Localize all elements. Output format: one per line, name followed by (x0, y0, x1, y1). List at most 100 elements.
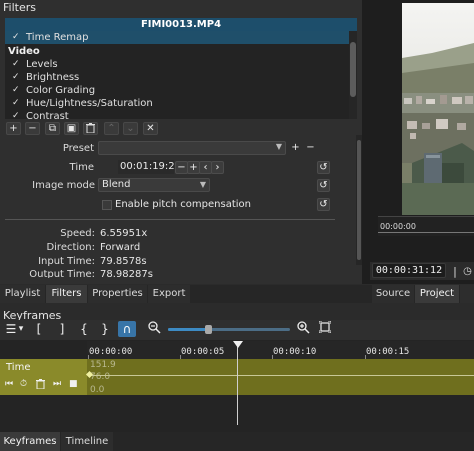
track-name: Time (6, 362, 31, 373)
remove-filter-button[interactable]: − (25, 122, 40, 135)
player-scrubber-start-label: 00:00:00 (380, 222, 416, 231)
next-keyframe-icon[interactable]: ⏭ (53, 379, 61, 389)
direction-label: Direction: (46, 242, 95, 253)
tab-keyframes[interactable]: Keyframes (0, 432, 60, 451)
keyframe-curve (90, 375, 474, 376)
output-time-value: 78.98287s (100, 269, 153, 278)
time-label: Time (69, 162, 94, 173)
checkbox-icon[interactable]: ✓ (12, 110, 20, 119)
deselect-filter-button[interactable]: ✕ (143, 122, 158, 135)
time-spinner[interactable]: 00:01:19:26 (118, 160, 181, 174)
filters-dock-title: Filters (3, 1, 36, 14)
filter-item-brightness[interactable]: ✓ Brightness (5, 71, 349, 84)
scrubber-line (378, 232, 474, 233)
checkbox-icon[interactable]: ✓ (12, 84, 20, 97)
reset-time-icon[interactable]: ↺ (317, 161, 330, 174)
pitch-compensation-label: Enable pitch compensation (115, 199, 251, 210)
tab-export[interactable]: Export (148, 285, 190, 303)
tab-properties[interactable]: Properties (88, 285, 147, 303)
save-preset-button[interactable]: + (289, 142, 302, 155)
reset-image-mode-icon[interactable]: ↺ (317, 179, 330, 192)
zoom-slider-fill (168, 328, 208, 331)
filter-item-contrast[interactable]: ✓ Contrast (5, 110, 349, 119)
tab-overflow[interactable] (460, 285, 474, 303)
add-filter-button[interactable]: + (6, 122, 21, 135)
checkbox-icon[interactable]: ✓ (12, 71, 20, 84)
timecode-separator: | (453, 264, 457, 278)
ruler-label: 00:00:10 (273, 347, 317, 357)
snap-magnet-icon[interactable]: ∩ (118, 321, 136, 337)
checkbox-icon[interactable]: ✓ (12, 97, 20, 110)
image-mode-label: Image mode (32, 180, 95, 191)
chevron-down-icon: ▼ (275, 142, 282, 151)
playhead-handle[interactable] (233, 341, 243, 348)
filter-item-hue-lightness-saturation[interactable]: ✓ Hue/Lightness/Saturation (5, 97, 349, 110)
playhead[interactable] (237, 343, 238, 425)
clip-name-header: FIMI0013.MP4 (5, 18, 357, 31)
image-mode-value: Blend (102, 179, 131, 190)
divider (5, 219, 335, 220)
tab-project[interactable]: Project (415, 285, 459, 303)
previous-keyframe-icon[interactable]: ⏮ (5, 379, 13, 389)
filter-item-label: Contrast (26, 111, 69, 119)
filter-item-label: Hue/Lightness/Saturation (26, 98, 153, 109)
filter-item-label: Time Remap (26, 32, 89, 43)
chevron-down-icon[interactable]: ▾ (17, 321, 25, 337)
menu-icon[interactable]: ☰ (4, 321, 18, 337)
filter-item-label: Color Grading (26, 85, 96, 96)
timecode-field[interactable]: 00:00:31:12 (372, 263, 446, 278)
direction-value: Forward (100, 242, 141, 253)
filter-list[interactable]: ✓ Time Remap Video ✓ Levels ✓ Brightness… (5, 31, 349, 119)
preset-label: Preset (62, 143, 94, 154)
video-preview[interactable] (402, 3, 474, 215)
image-mode-combobox[interactable]: Blend ▼ (98, 178, 210, 192)
ruler-label: 00:00:00 (89, 347, 133, 357)
tab-timeline[interactable]: Timeline (61, 432, 113, 451)
zoom-out-icon[interactable] (147, 321, 161, 337)
preset-combobox[interactable]: ▼ (98, 141, 286, 155)
input-time-label: Input Time: (38, 256, 95, 267)
stopwatch-icon[interactable]: ⏱ (20, 379, 27, 389)
previous-keyframe-icon[interactable]: { (79, 321, 89, 337)
chevron-down-icon: ▼ (199, 180, 206, 189)
next-keyframe-icon[interactable]: } (100, 321, 110, 337)
filter-item-levels[interactable]: ✓ Levels (5, 58, 349, 71)
delete-filter-icon[interactable] (83, 122, 98, 135)
set-in-icon[interactable]: [ (34, 321, 44, 337)
set-out-icon[interactable]: ] (57, 321, 67, 337)
ruler-label: 00:00:05 (181, 347, 225, 357)
paste-filters-button[interactable]: ▣ (64, 122, 79, 135)
move-filter-up-button[interactable]: ⌃ (104, 122, 119, 135)
ruler-label: 00:00:15 (366, 347, 410, 357)
reset-pitch-icon[interactable]: ↺ (317, 198, 330, 211)
lane-max-value: 151.9 (90, 360, 116, 370)
input-time-value: 79.8578s (100, 256, 147, 267)
filter-group-video: Video (8, 46, 40, 57)
pitch-compensation-checkbox[interactable] (102, 200, 112, 210)
filter-list-scrollbar-thumb[interactable] (350, 42, 356, 97)
move-filter-down-button[interactable]: ⌄ (123, 122, 138, 135)
speed-icon[interactable]: ◷ (461, 264, 474, 278)
speed-label: Speed: (60, 228, 95, 239)
zoom-in-icon[interactable] (296, 321, 310, 337)
zoom-fit-icon[interactable] (318, 320, 332, 337)
tab-source[interactable]: Source (372, 285, 414, 303)
speed-value: 6.55951x (100, 228, 148, 239)
checkbox-icon[interactable]: ✓ (12, 58, 20, 71)
copy-filters-button[interactable]: ⧉ (45, 122, 60, 135)
lane-min-value: 0.0 (90, 385, 105, 395)
filter-item-label: Brightness (26, 72, 80, 83)
filter-item-color-grading[interactable]: ✓ Color Grading (5, 84, 349, 97)
filter-item-time-remap[interactable]: ✓ Time Remap (5, 31, 349, 44)
keyframe-lane[interactable] (87, 359, 474, 395)
tab-filters[interactable]: Filters (46, 285, 87, 303)
trash-icon[interactable] (36, 379, 45, 392)
zoom-slider-handle[interactable] (205, 325, 212, 334)
filter-item-label: Levels (26, 59, 58, 70)
next-keyframe-button[interactable]: › (211, 161, 224, 174)
filter-properties-scrollbar-thumb[interactable] (357, 140, 361, 260)
delete-preset-button[interactable]: − (304, 142, 317, 155)
checkbox-icon[interactable]: ✓ (12, 31, 20, 44)
tab-playlist[interactable]: Playlist (0, 285, 45, 303)
stop-icon[interactable]: ■ (69, 379, 78, 389)
